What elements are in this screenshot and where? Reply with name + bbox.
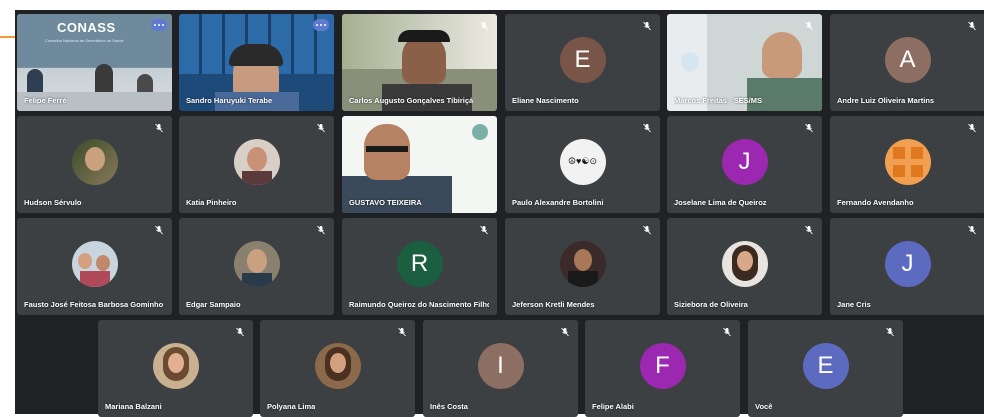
avatar bbox=[884, 138, 931, 185]
participant-tile-felipe-ferre[interactable]: CONASS Conselho Nacional de Secretários … bbox=[17, 14, 172, 111]
avatar: A bbox=[884, 36, 931, 83]
participant-name: Eliane Nascimento bbox=[512, 96, 579, 105]
participant-tile-fernando[interactable]: Fernando Avendanho bbox=[830, 116, 984, 213]
avatar bbox=[152, 342, 199, 389]
participant-tile-carlos[interactable]: Carlos Augusto Gonçalves Tibiriçá bbox=[342, 14, 497, 111]
avatar bbox=[71, 138, 118, 185]
participant-tile-polyana[interactable]: Polyana Lima bbox=[260, 320, 415, 417]
mic-off-icon bbox=[968, 21, 976, 31]
mic-off-icon bbox=[236, 327, 244, 337]
participant-name: Jane Cris bbox=[837, 300, 871, 309]
participant-name: Raimundo Queiroz do Nascimento Filho bbox=[349, 300, 489, 309]
conass-subtitle: Conselho Nacional de Secretários de Saúd… bbox=[45, 38, 124, 43]
mic-off-icon bbox=[155, 225, 163, 235]
participant-tile-katia[interactable]: Katia Pinheiro bbox=[179, 116, 334, 213]
mic-off-icon bbox=[643, 21, 651, 31]
mic-off-icon bbox=[805, 123, 813, 133]
avatar bbox=[233, 138, 280, 185]
meeting-grid: CONASS Conselho Nacional de Secretários … bbox=[15, 10, 984, 417]
avatar bbox=[71, 240, 118, 287]
participant-tile-joselane[interactable]: J Joselane Lima de Queiroz bbox=[667, 116, 822, 213]
participant-name: Inês Costa bbox=[430, 402, 468, 411]
participant-tile-gustavo[interactable]: GUSTAVO TEIXEIRA bbox=[342, 116, 497, 213]
mic-off-icon bbox=[398, 327, 406, 337]
participant-tile-felipe-alabi[interactable]: F Felipe Alabi bbox=[585, 320, 740, 417]
participant-name: Paulo Alexandre Bortolini bbox=[512, 198, 604, 207]
participant-tile-siziebora[interactable]: Siziebora de Oliveira bbox=[667, 218, 822, 315]
participant-tile-jeferson[interactable]: Jeferson Kretli Mendes bbox=[505, 218, 660, 315]
participant-tile-jane[interactable]: J Jane Cris bbox=[830, 218, 984, 315]
mic-off-icon bbox=[155, 123, 163, 133]
mic-off-icon bbox=[886, 327, 894, 337]
participant-tile-edgar[interactable]: Edgar Sampaio bbox=[179, 218, 334, 315]
avatar bbox=[314, 342, 361, 389]
participant-name: Siziebora de Oliveira bbox=[674, 300, 748, 309]
participant-tile-marcos[interactable]: Marcos Freitas - SES/MS bbox=[667, 14, 822, 111]
mic-off-icon bbox=[643, 225, 651, 235]
participant-tile-eliane[interactable]: E Eliane Nascimento bbox=[505, 14, 660, 111]
mic-off-icon bbox=[561, 327, 569, 337]
avatar: J bbox=[721, 138, 768, 185]
participant-name: Andre Luiz Oliveira Martins bbox=[837, 96, 935, 105]
participant-tile-paulo[interactable]: ☮♥☯⊙ Paulo Alexandre Bortolini bbox=[505, 116, 660, 213]
participant-name: Felipe Ferré bbox=[24, 96, 67, 105]
participant-name: Edgar Sampaio bbox=[186, 300, 241, 309]
participant-name: Felipe Alabi bbox=[592, 402, 634, 411]
more-options-icon[interactable] bbox=[313, 19, 329, 31]
avatar: ☮♥☯⊙ bbox=[559, 138, 606, 185]
participant-tile-hudson[interactable]: Hudson Sérvulo bbox=[17, 116, 172, 213]
more-options-icon[interactable] bbox=[151, 19, 167, 31]
participant-tile-mariana[interactable]: Mariana Balzani bbox=[98, 320, 253, 417]
avatar: E bbox=[802, 342, 849, 389]
participant-name: Fausto José Feitosa Barbosa Gominho bbox=[24, 300, 164, 309]
participant-name: Carlos Augusto Gonçalves Tibiriçá bbox=[349, 96, 474, 105]
mic-off-icon bbox=[643, 123, 651, 133]
mic-off-icon bbox=[480, 21, 488, 31]
avatar bbox=[233, 240, 280, 287]
participant-tile-fausto[interactable]: Fausto José Feitosa Barbosa Gominho bbox=[17, 218, 172, 315]
avatar: I bbox=[477, 342, 524, 389]
participant-name: Mariana Balzani bbox=[105, 402, 162, 411]
mic-off-icon bbox=[480, 225, 488, 235]
avatar: J bbox=[884, 240, 931, 287]
conass-logo: CONASS bbox=[57, 20, 116, 35]
participant-name: Fernando Avendanho bbox=[837, 198, 914, 207]
mic-off-icon bbox=[317, 123, 325, 133]
avatar: E bbox=[559, 36, 606, 83]
participant-name: Polyana Lima bbox=[267, 402, 316, 411]
participant-name: GUSTAVO TEIXEIRA bbox=[349, 198, 422, 207]
mic-off-icon bbox=[968, 123, 976, 133]
participant-name: Hudson Sérvulo bbox=[24, 198, 82, 207]
mic-off-icon bbox=[723, 327, 731, 337]
participant-tile-ines[interactable]: I Inês Costa bbox=[423, 320, 578, 417]
mic-off-icon bbox=[968, 225, 976, 235]
avatar bbox=[721, 240, 768, 287]
participant-tile-voce[interactable]: E Você bbox=[748, 320, 903, 417]
mic-off-icon bbox=[317, 225, 325, 235]
participant-tile-raimundo[interactable]: R Raimundo Queiroz do Nascimento Filho bbox=[342, 218, 497, 315]
participant-name: Você bbox=[755, 402, 773, 411]
participant-name: Marcos Freitas - SES/MS bbox=[674, 96, 762, 105]
participant-name: Sandro Haruyuki Terabe bbox=[186, 96, 273, 105]
participant-tile-sandro[interactable]: Sandro Haruyuki Terabe bbox=[179, 14, 334, 111]
avatar: F bbox=[639, 342, 686, 389]
mic-off-icon bbox=[805, 225, 813, 235]
avatar: R bbox=[396, 240, 443, 287]
mic-off-icon bbox=[805, 21, 813, 31]
participant-name: Jeferson Kretli Mendes bbox=[512, 300, 595, 309]
participant-tile-andre[interactable]: A Andre Luiz Oliveira Martins bbox=[830, 14, 984, 111]
participant-name: Joselane Lima de Queiroz bbox=[674, 198, 767, 207]
avatar bbox=[559, 240, 606, 287]
participant-name: Katia Pinheiro bbox=[186, 198, 237, 207]
